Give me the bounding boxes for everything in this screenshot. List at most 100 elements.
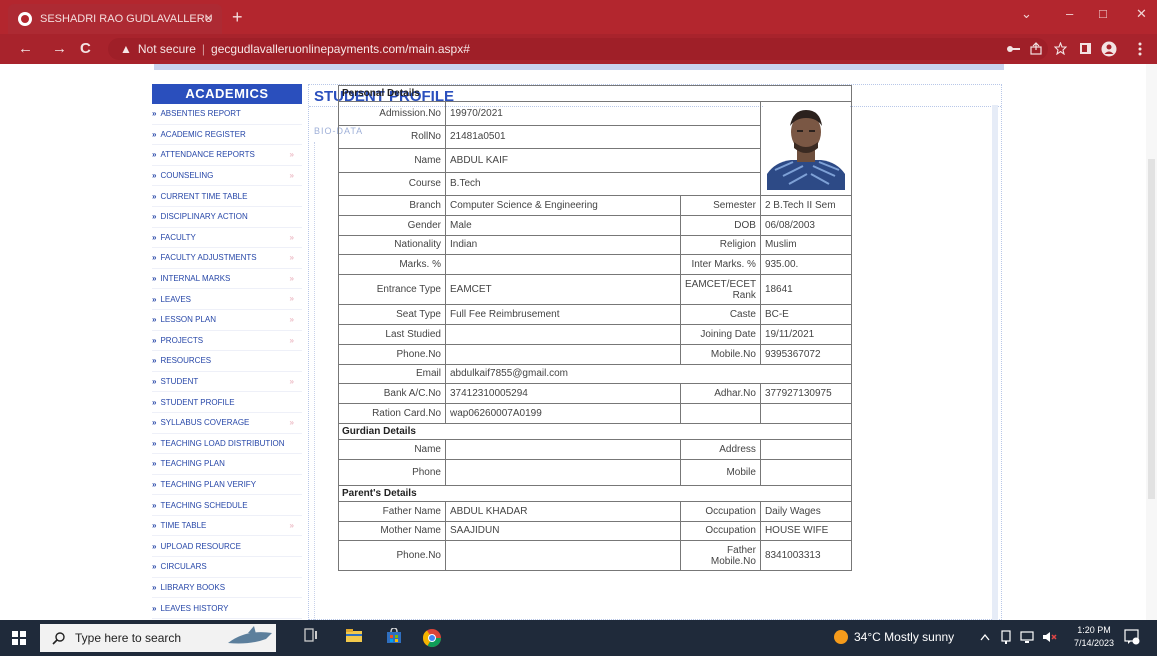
reload-button[interactable]: C [80,40,91,57]
sidebar-item-label: RESOURCES [160,356,212,366]
menu-kebab-icon[interactable] [1138,42,1142,56]
tab-search-icon[interactable]: ⌄ [1021,6,1032,22]
sidebar-bullet-icon: » [152,541,157,551]
forward-button[interactable]: → [52,40,67,57]
gender-label: Gender [338,214,446,236]
clock-date: 7/14/2023 [1074,638,1115,648]
bank-account-label: Bank A/C.No [338,383,446,405]
sidebar-item-label: CURRENT TIME TABLE [160,191,248,201]
tab-title: SESHADRI RAO GUDLAVALLERU [40,13,213,25]
sidebar-item-label: LEAVES HISTORY [160,603,229,613]
ration-card-label: Ration Card.No [338,403,446,424]
chrome-icon[interactable] [422,628,442,648]
submenu-chevron-icon: » [289,170,294,180]
tab-close-icon[interactable]: × [205,11,212,25]
file-explorer-icon[interactable] [346,628,362,642]
sidebar-item-library-books[interactable]: » LIBRARY BOOKS [152,578,302,599]
windows-start-icon[interactable] [12,631,26,645]
sidebar-item-academic-register[interactable]: » ACADEMIC REGISTER [152,125,302,146]
minimize-button[interactable]: – [1066,6,1073,21]
bank-account-value: 37412310005294 [445,383,681,405]
sun-icon [834,630,848,644]
guardian-mobile-label: Mobile [680,458,761,486]
sidebar-item-teaching-plan-verify[interactable]: » TEACHING PLAN VERIFY [152,475,302,496]
father-name-label: Father Name [338,500,446,522]
share-icon[interactable] [1030,42,1043,55]
sidebar-bullet-icon: » [152,335,157,345]
volume-muted-icon[interactable] [1042,631,1058,643]
new-tab-button[interactable]: + [232,7,243,28]
sidebar-item-faculty[interactable]: » FACULTY» [152,228,302,249]
sidebar-item-teaching-plan[interactable]: » TEACHING PLAN [152,454,302,475]
sidebar-bullet-icon: » [152,356,157,366]
seat-type-value: Full Fee Reimbrusement [445,304,681,325]
sidebar-item-label: PROJECTS [160,335,204,345]
sidebar-item-current-time-table[interactable]: » CURRENT TIME TABLE [152,186,302,207]
admission-label: Admission.No [338,101,446,126]
sidepanel-icon[interactable] [1079,42,1092,55]
branch-value: Computer Science & Engineering [445,195,681,216]
sidebar-bullet-icon: » [152,418,157,428]
maximize-button[interactable]: □ [1099,6,1107,21]
sidebar-item-label: STUDENT [160,377,199,387]
sidebar-bullet-icon: » [152,191,157,201]
network-icon[interactable] [1000,630,1012,644]
profile-avatar-icon[interactable] [1101,41,1117,57]
display-icon[interactable] [1020,630,1034,644]
not-secure-label[interactable]: Not secure [138,42,196,56]
sidebar-item-lesson-plan[interactable]: » LESSON PLAN» [152,310,302,331]
sidebar: ACADEMICS » ABSENTIES REPORT» ACADEMIC REG… [152,84,302,620]
sidebar-item-counseling[interactable]: » COUNSELING» [152,166,302,187]
sidebar-item-internal-marks[interactable]: » INTERNAL MARKS» [152,269,302,290]
sidebar-item-faculty-adjustments[interactable]: » FACULTY ADJUSTMENTS» [152,248,302,269]
sidebar-item-disciplinary-action[interactable]: » DISCIPLINARY ACTION [152,207,302,228]
back-button[interactable]: ← [18,40,33,57]
sidebar-item-label: ACADEMIC REGISTER [160,129,246,139]
sidebar-item-absenties-report[interactable]: » ABSENTIES REPORT [152,104,302,125]
sidebar-item-leaves-history[interactable]: » LEAVES HISTORY [152,598,302,619]
browser-tab[interactable]: SESHADRI RAO GUDLAVALLERU × [8,4,222,34]
sidebar-item-student[interactable]: » STUDENT» [152,372,302,393]
address-bar[interactable]: ▲ Not secure | gecgudlavalleruonlinepaym… [108,38,1048,60]
submenu-chevron-icon: » [289,376,294,386]
mother-occupation-value: HOUSE WIFE [759,520,852,542]
sidebar-item-time-table[interactable]: » TIME TABLE» [152,516,302,537]
sidebar-item-teaching-load-distribution[interactable]: » TEACHING LOAD DISTRIBUTION [152,434,302,455]
marks-label: Marks. % [338,254,446,276]
weather-text: 34°C Mostly sunny [854,630,955,644]
email-label: Email [338,363,446,385]
sidebar-item-syllabus-coverage[interactable]: » SYLLABUS COVERAGE» [152,413,302,434]
notification-icon[interactable] [1124,629,1140,645]
key-icon[interactable] [1006,44,1020,54]
sidebar-item-label: LIBRARY BOOKS [160,582,226,592]
system-clock[interactable]: 1:20 PM 7/14/2023 [1074,624,1114,650]
guardian-phone-value [445,458,681,486]
weather-widget[interactable]: 34°C Mostly sunny [834,630,954,644]
sidebar-item-leaves[interactable]: » LEAVES» [152,289,302,310]
sidebar-item-attendance-reports[interactable]: » ATTENDANCE REPORTS» [152,145,302,166]
task-view-icon[interactable] [304,628,318,642]
store-icon[interactable] [386,628,402,644]
page-scrollbar-thumb[interactable] [1148,159,1155,499]
sidebar-item-projects[interactable]: » PROJECTS» [152,331,302,352]
clock-time: 1:20 PM [1077,625,1111,635]
inter-marks-value: 935.00. [759,254,852,276]
sidebar-bullet-icon: » [152,521,157,531]
sidebar-bullet-icon: » [152,315,157,325]
sidebar-item-circulars[interactable]: » CIRCULARS [152,557,302,578]
sidebar-item-label: TEACHING PLAN [160,459,225,469]
guardian-address-label: Address [680,438,761,460]
content-scrollbar[interactable] [992,105,998,620]
course-value: B.Tech [445,171,761,196]
name-value: ABDUL KAIF [445,148,761,173]
tray-chevron-icon[interactable] [980,633,990,641]
close-window-button[interactable]: ✕ [1136,6,1147,22]
sidebar-item-student-profile[interactable]: » STUDENT PROFILE [152,392,302,413]
sidebar-item-resources[interactable]: » RESOURCES [152,351,302,372]
seat-type-label: Seat Type [338,304,446,325]
sidebar-item-teaching-schedule[interactable]: » TEACHING SCHEDULE [152,495,302,516]
sidebar-bullet-icon: » [152,603,157,613]
sidebar-item-upload-resource[interactable]: » UPLOAD RESOURCE [152,536,302,558]
page-scrollbar[interactable] [1146,64,1157,620]
bookmark-star-icon[interactable] [1054,42,1067,55]
